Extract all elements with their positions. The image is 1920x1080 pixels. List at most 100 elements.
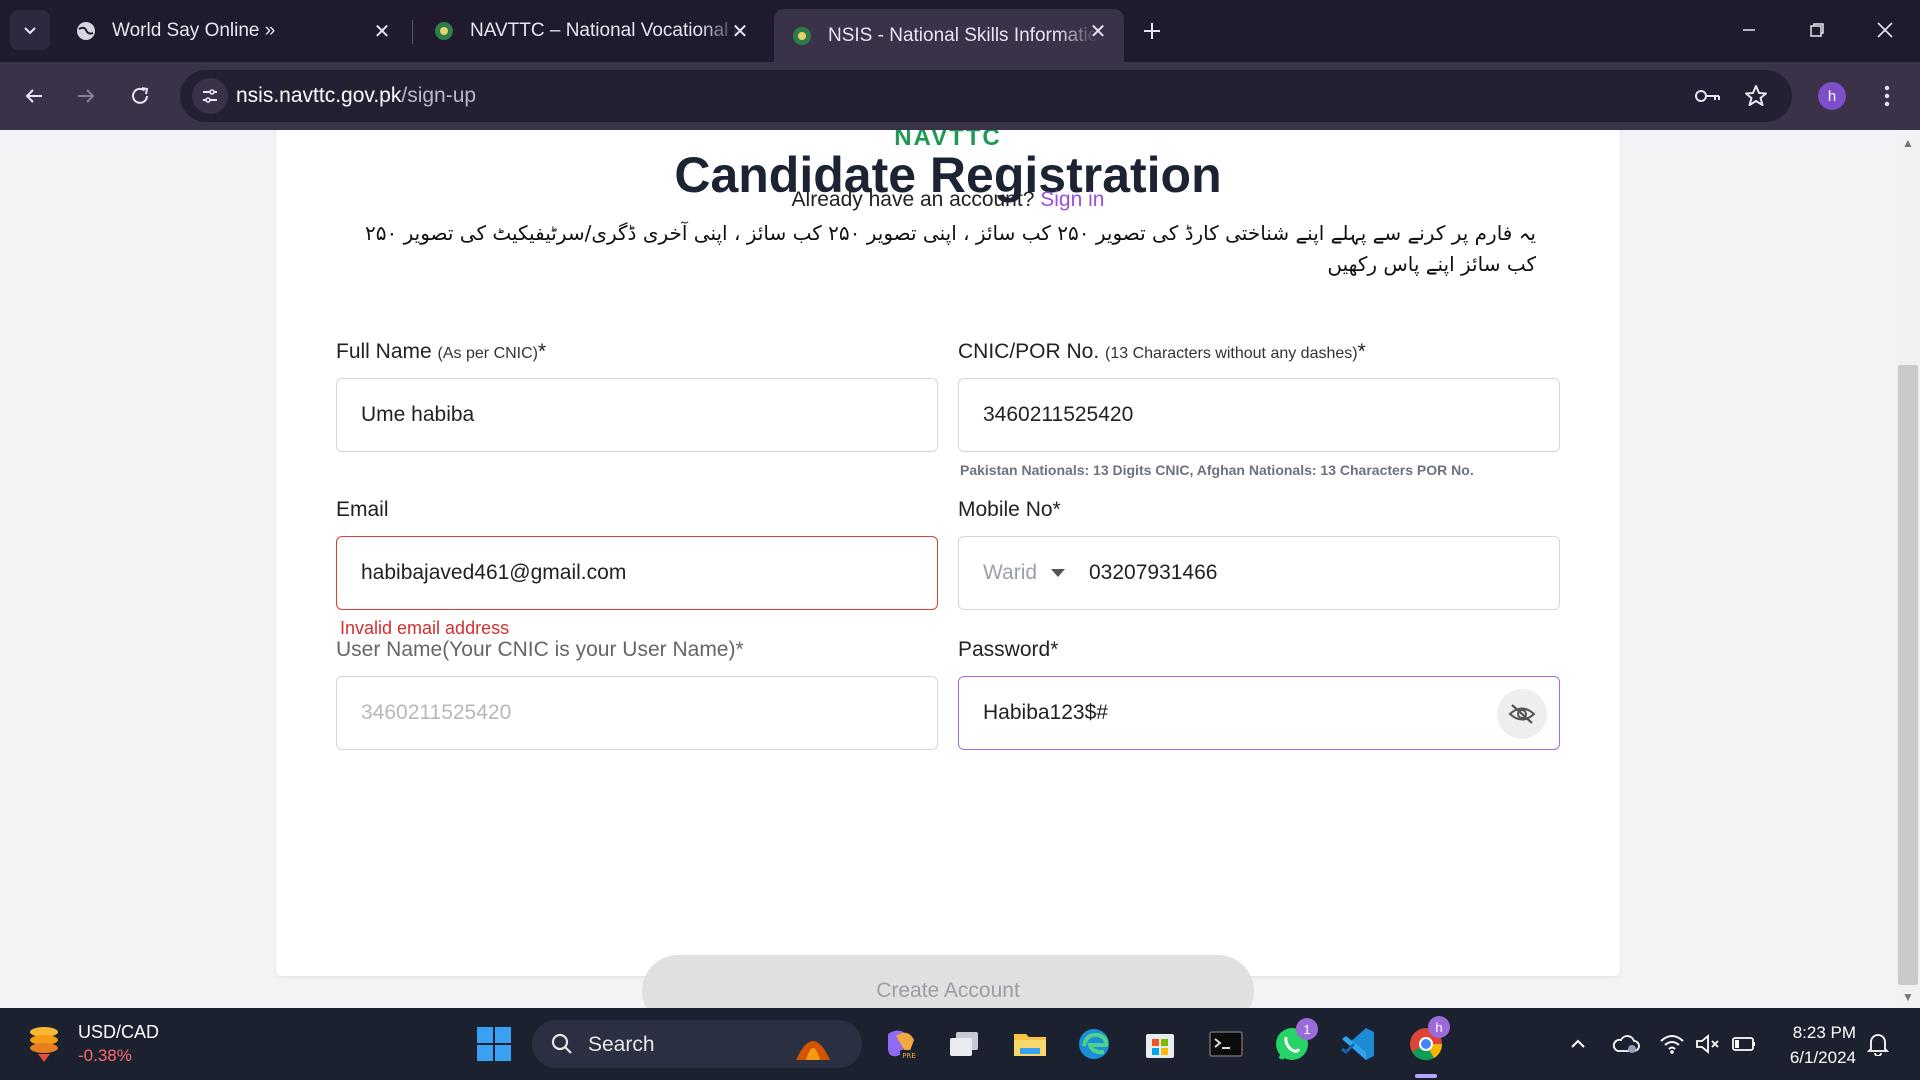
ticker-name: USD/CAD — [78, 1022, 160, 1042]
start-button[interactable] — [472, 1022, 516, 1066]
urdu-notice: یہ فارم پر کرنے سے پہلے اپنے شناختی کارڈ… — [365, 221, 1536, 276]
tab-world-say-online[interactable]: World Say Online » ✕ — [58, 9, 408, 53]
terminal-icon[interactable] — [1204, 1022, 1248, 1066]
whatsapp-icon[interactable]: 1 — [1270, 1018, 1318, 1066]
copilot-icon[interactable]: PRE — [878, 1022, 922, 1066]
username-label: User Name(Your CNIC is your User Name)* — [336, 638, 744, 662]
microsoft-store-icon[interactable] — [1138, 1022, 1182, 1066]
vscode-icon[interactable] — [1336, 1022, 1380, 1066]
more-vertical-icon — [1884, 85, 1890, 107]
bookmark-star-icon[interactable] — [1738, 78, 1774, 114]
tab-title: NSIS - National Skills Information Syste… — [828, 24, 1098, 46]
mobile-field[interactable]: Warid — [958, 536, 1560, 610]
password-input[interactable] — [983, 677, 1463, 749]
forward-button[interactable] — [66, 76, 106, 116]
mobile-label: Mobile No* — [958, 498, 1061, 522]
clock-time: 8:23 PM — [1792, 1023, 1856, 1042]
show-hidden-icons-button[interactable] — [1564, 1030, 1592, 1058]
battery-icon[interactable] — [1730, 1030, 1758, 1058]
tab-title: World Say Online » — [112, 20, 276, 41]
coins-icon — [30, 1027, 58, 1062]
ticker-change: -0.38% — [78, 1046, 132, 1065]
wifi-icon[interactable] — [1658, 1030, 1686, 1058]
browser-toolbar: nsis.navttc.gov.pk/sign-up h — [0, 62, 1920, 130]
password-label-text: Password — [958, 638, 1051, 661]
task-view-icon[interactable] — [942, 1022, 986, 1066]
system-clock[interactable]: 8:23 PM 6/1/2024 — [1766, 1020, 1856, 1070]
required-mark: * — [1357, 340, 1366, 363]
cnic-field[interactable] — [958, 378, 1560, 452]
taskbar-search[interactable]: Search — [532, 1020, 862, 1068]
volume-muted-icon[interactable] — [1694, 1030, 1722, 1058]
tab-separator — [412, 20, 413, 44]
restore-button[interactable] — [1792, 10, 1842, 50]
close-window-button[interactable] — [1860, 10, 1910, 50]
browser-tab-bar: World Say Online » ✕ NAVTTC – National V… — [0, 0, 1920, 62]
new-tab-button[interactable] — [1135, 14, 1169, 48]
edge-icon[interactable] — [1072, 1022, 1116, 1066]
address-bar[interactable]: nsis.navttc.gov.pk/sign-up — [180, 70, 1792, 122]
signin-link[interactable]: Sign in — [1040, 188, 1104, 211]
search-label: Search — [588, 1033, 655, 1056]
chevron-down-icon — [24, 27, 36, 35]
site-settings-icon[interactable] — [192, 78, 228, 114]
search-icon — [551, 1033, 572, 1054]
close-tab-icon[interactable]: ✕ — [370, 19, 394, 43]
username-input — [361, 677, 921, 749]
cnic-label: CNIC/POR No. (13 Characters without any … — [958, 340, 1366, 364]
carrier-select[interactable]: Warid — [983, 537, 1066, 609]
chrome-icon[interactable]: h — [1404, 1016, 1450, 1066]
onedrive-icon[interactable] — [1612, 1030, 1640, 1058]
url-host: nsis.navttc.gov.pk — [236, 84, 402, 107]
navttc-logo-icon — [432, 19, 456, 43]
active-app-indicator — [1415, 1074, 1437, 1078]
restore-icon — [1810, 23, 1824, 37]
signin-prompt: Already have an account? Sign in — [276, 188, 1620, 212]
plus-icon — [1144, 23, 1160, 39]
required-mark: * — [538, 340, 547, 363]
arrow-right-icon — [78, 89, 95, 103]
whatsapp-badge: 1 — [1296, 1018, 1318, 1040]
url-text[interactable]: nsis.navttc.gov.pk/sign-up — [236, 84, 476, 108]
email-field[interactable] — [336, 536, 938, 610]
mobile-input[interactable] — [1089, 537, 1529, 609]
tab-navttc[interactable]: NAVTTC – National Vocational & Technical… — [416, 9, 766, 53]
tab-search-button[interactable] — [10, 10, 50, 50]
scrollbar-thumb[interactable] — [1898, 365, 1918, 985]
eye-off-icon — [1508, 704, 1536, 724]
cnic-note: (13 Characters without any dashes) — [1105, 345, 1358, 362]
url-path: /sign-up — [401, 84, 477, 107]
toggle-password-visibility-button[interactable] — [1497, 689, 1547, 739]
stock-widget[interactable]: USD/CAD -0.38% — [22, 1020, 159, 1068]
windows-logo-icon — [477, 1027, 511, 1061]
required-mark: * — [735, 638, 744, 661]
profile-avatar[interactable]: h — [1818, 82, 1846, 110]
full-name-field[interactable] — [336, 378, 938, 452]
full-name-input[interactable] — [361, 379, 921, 451]
scroll-up-icon[interactable]: ▲ — [1900, 136, 1916, 150]
close-icon — [1877, 22, 1893, 38]
email-input[interactable] — [361, 537, 921, 609]
cnic-hint: Pakistan Nationals: 13 Digits CNIC, Afgh… — [960, 462, 1474, 478]
create-account-button[interactable]: Create Account — [642, 955, 1254, 1008]
page-viewport: NAVTTC Candidate Registration Already ha… — [0, 130, 1896, 1008]
registration-card: NAVTTC Candidate Registration Already ha… — [276, 130, 1620, 1008]
close-tab-icon[interactable]: ✕ — [728, 19, 752, 43]
tab-nsis-active[interactable]: NSIS - National Skills Information Syste… — [774, 9, 1124, 62]
full-name-label: Full Name (As per CNIC)* — [336, 340, 546, 364]
file-explorer-icon[interactable] — [1008, 1022, 1052, 1066]
navttc-logo-icon — [790, 24, 814, 48]
password-field[interactable] — [958, 676, 1560, 750]
cnic-input[interactable] — [983, 379, 1543, 451]
chrome-profile-badge: h — [1428, 1016, 1450, 1038]
chevron-up-icon — [1571, 1039, 1585, 1048]
scroll-down-icon[interactable]: ▼ — [1900, 990, 1916, 1004]
minimize-button[interactable] — [1724, 10, 1774, 50]
browser-menu-button[interactable] — [1872, 78, 1902, 114]
reload-button[interactable] — [120, 76, 160, 116]
close-tab-icon[interactable]: ✕ — [1086, 19, 1110, 43]
back-button[interactable] — [14, 76, 54, 116]
arrow-left-icon — [25, 89, 42, 103]
password-key-icon[interactable] — [1690, 78, 1726, 114]
notification-bell-icon[interactable] — [1864, 1030, 1892, 1058]
